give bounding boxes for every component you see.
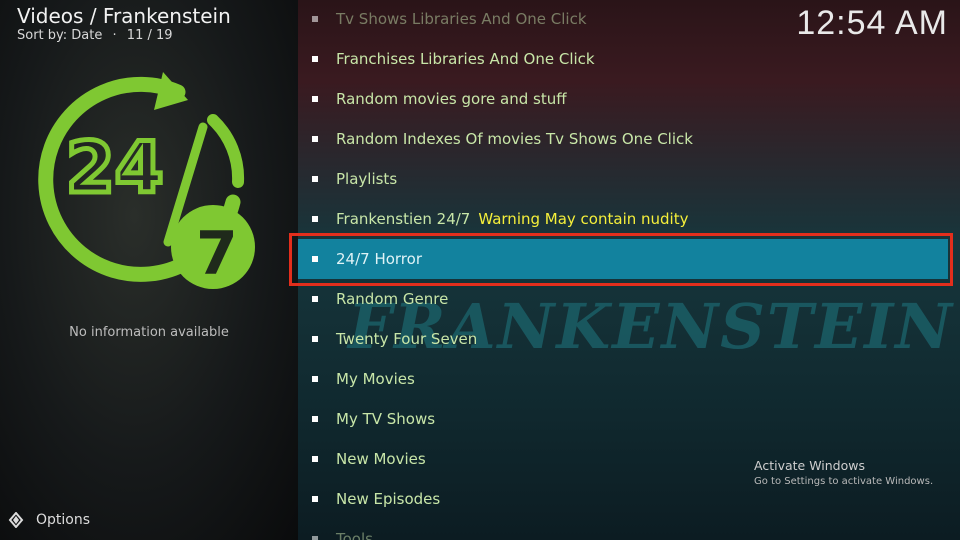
list-item[interactable]: Twenty Four Seven	[298, 319, 948, 359]
bullet-icon	[312, 256, 318, 262]
warning-label: Warning May contain nudity	[478, 210, 689, 228]
list-item-label: Twenty Four Seven	[336, 330, 478, 348]
addon-logo: 24 7	[38, 72, 255, 289]
list-item-label: Playlists	[336, 170, 398, 188]
list-item[interactable]: My TV Shows	[298, 399, 948, 439]
options-button[interactable]: Options	[8, 512, 90, 528]
list-item-label: Random Indexes Of movies Tv Shows One Cl…	[336, 130, 693, 148]
options-label: Options	[36, 512, 91, 528]
list-item-label: My TV Shows	[336, 410, 436, 428]
bullet-icon	[312, 16, 318, 22]
bullet-icon	[312, 496, 318, 502]
list-item[interactable]: 24/7 Horror	[298, 239, 948, 279]
clock: 12:54 AM	[796, 4, 948, 42]
list-item[interactable]: Franchises Libraries And One Click	[298, 39, 948, 79]
list-item-label: Frankenstien 24/7	[336, 210, 471, 228]
bullet-icon	[312, 176, 318, 182]
list-item-label: Random movies gore and stuff	[336, 90, 567, 108]
list-item-label: Tv Shows Libraries And One Click	[336, 10, 587, 28]
list-item-label: Franchises Libraries And One Click	[336, 50, 595, 68]
no-info-text: No information available	[69, 325, 229, 340]
list-item[interactable]: Playlists	[298, 159, 948, 199]
list-item-label: New Episodes	[336, 490, 441, 508]
bullet-icon	[312, 136, 318, 142]
list-item-label: New Movies	[336, 450, 426, 468]
activate-subtitle: Go to Settings to activate Windows.	[754, 476, 934, 487]
bullet-icon	[312, 216, 318, 222]
info-panel: Videos / Frankenstein Sort by: Date · 11…	[0, 0, 298, 540]
page-title: Videos / Frankenstein	[17, 4, 231, 28]
sort-label[interactable]: Sort by: Date	[17, 28, 102, 43]
bullet-icon	[312, 296, 318, 302]
list-item-label: My Movies	[336, 370, 415, 388]
options-icon	[8, 512, 24, 528]
list-item[interactable]: Tools	[298, 519, 948, 540]
bullet-icon	[312, 376, 318, 382]
bullet-icon	[312, 536, 318, 540]
bullet-icon	[312, 456, 318, 462]
sort-info: Sort by: Date · 11 / 19	[17, 28, 173, 43]
bullet-icon	[312, 96, 318, 102]
bullet-icon	[312, 336, 318, 342]
bullet-icon	[312, 416, 318, 422]
list-item-label: Tools	[336, 530, 373, 540]
list-item-label: Random Genre	[336, 290, 449, 308]
list-item[interactable]: Random Genre	[298, 279, 948, 319]
list-item[interactable]: Random Indexes Of movies Tv Shows One Cl…	[298, 119, 948, 159]
logo-7: 7	[196, 219, 238, 289]
bullet-icon	[312, 56, 318, 62]
list-item-label: 24/7 Horror	[336, 250, 422, 268]
item-position: 11 / 19	[126, 28, 173, 43]
list-item[interactable]: Frankenstien 24/7 Warning May contain nud…	[298, 199, 948, 239]
list-item[interactable]: My Movies	[298, 359, 948, 399]
logo-24: 24	[66, 127, 163, 209]
sort-separator: ·	[112, 28, 117, 43]
activate-title: Activate Windows	[754, 458, 865, 473]
activate-windows-notice: Activate Windows Go to Settings to activ…	[754, 458, 933, 487]
list-item[interactable]: Random movies gore and stuff	[298, 79, 948, 119]
